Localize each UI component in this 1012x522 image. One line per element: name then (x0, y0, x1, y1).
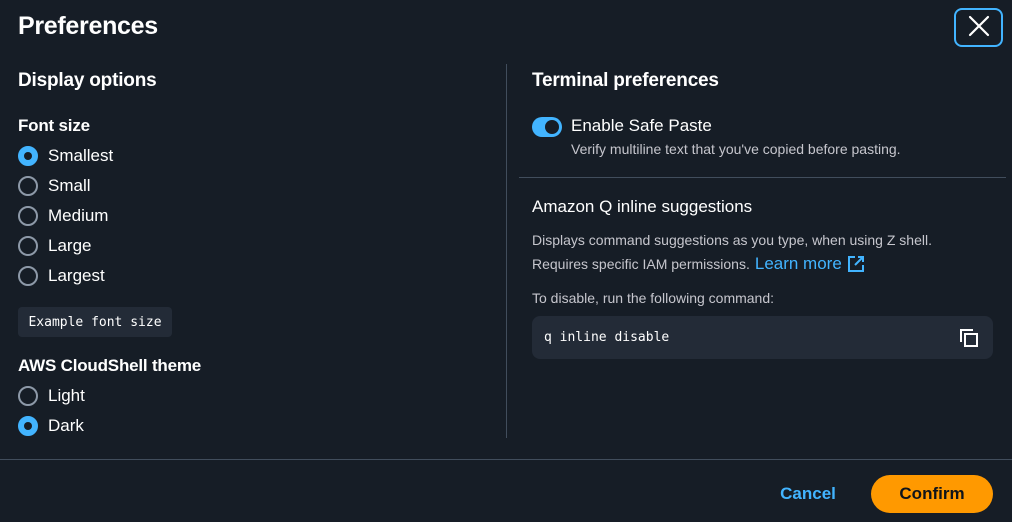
disable-instruction: To disable, run the following command: (532, 290, 775, 306)
radio-label: Dark (48, 416, 84, 435)
preferences-dialog: Preferences Display options Font size Sm… (0, 0, 1012, 522)
safe-paste-description: Verify multiline text that you've copied… (571, 141, 901, 157)
theme-option-dark[interactable]: Dark (18, 414, 84, 438)
radio-label: Small (48, 176, 91, 195)
footer-divider (0, 459, 1012, 460)
amazon-q-description-line1: Displays command suggestions as you type… (532, 232, 932, 248)
safe-paste-label: Enable Safe Paste (571, 116, 712, 135)
confirm-button[interactable]: Confirm (871, 475, 993, 513)
external-link-icon (847, 255, 865, 273)
copy-button[interactable] (957, 326, 981, 350)
radio-button[interactable] (18, 386, 38, 406)
amazon-q-heading: Amazon Q inline suggestions (532, 197, 753, 216)
cancel-button[interactable]: Cancel (770, 481, 846, 507)
amazon-q-description-line2: Requires specific IAM permissions. Learn… (532, 254, 865, 274)
display-options-heading: Display options (18, 70, 157, 91)
terminal-preferences-heading: Terminal preferences (532, 70, 719, 91)
radio-button[interactable] (18, 266, 38, 286)
iam-permissions-text: Requires specific IAM permissions. (532, 256, 750, 272)
safe-paste-toggle[interactable] (532, 117, 562, 137)
radio-label: Medium (48, 206, 109, 225)
section-divider (519, 177, 1006, 178)
command-code-block: q inline disable (532, 316, 993, 359)
radio-button[interactable] (18, 236, 38, 256)
font-size-label: Font size (18, 116, 90, 135)
radio-button[interactable] (18, 146, 38, 166)
font-size-example: Example font size (18, 307, 172, 337)
dialog-title: Preferences (18, 12, 158, 40)
radio-button[interactable] (18, 206, 38, 226)
command-text: q inline disable (544, 330, 670, 345)
font-size-option-largest[interactable]: Largest (18, 264, 105, 288)
copy-icon (958, 327, 980, 349)
radio-label: Light (48, 386, 85, 405)
column-divider (506, 64, 507, 438)
close-button[interactable] (954, 8, 1003, 47)
close-icon (968, 15, 990, 40)
toggle-knob (545, 120, 559, 134)
radio-label: Smallest (48, 146, 114, 165)
radio-button[interactable] (18, 176, 38, 196)
font-size-option-smallest[interactable]: Smallest (18, 144, 113, 168)
radio-label: Large (48, 236, 92, 255)
font-size-option-large[interactable]: Large (18, 234, 91, 258)
radio-button[interactable] (18, 416, 38, 436)
radio-label: Largest (48, 266, 105, 285)
theme-label: AWS CloudShell theme (18, 356, 202, 375)
learn-more-link[interactable]: Learn more (755, 254, 865, 274)
theme-option-light[interactable]: Light (18, 384, 85, 408)
learn-more-text: Learn more (754, 254, 842, 273)
font-size-option-medium[interactable]: Medium (18, 204, 108, 228)
font-size-option-small[interactable]: Small (18, 174, 91, 198)
